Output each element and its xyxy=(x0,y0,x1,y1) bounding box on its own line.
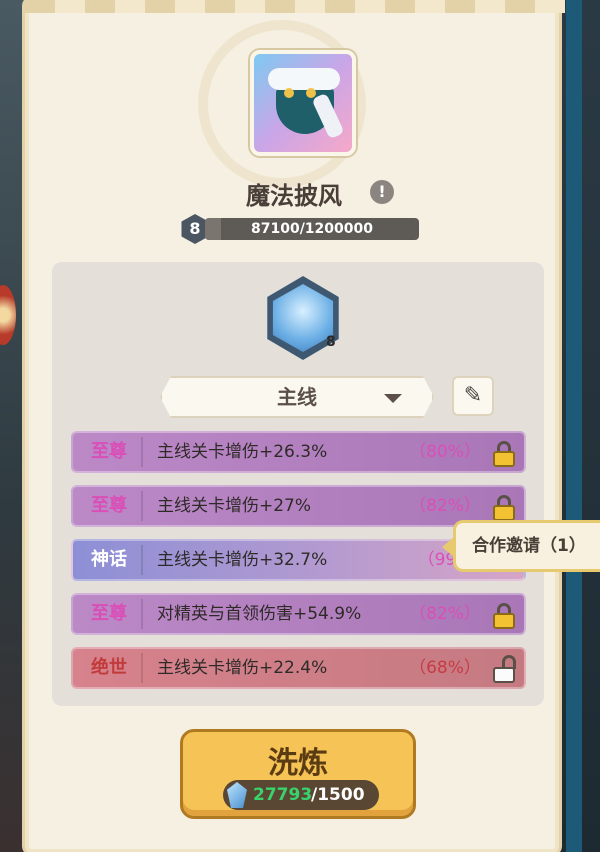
attribute-tier: 至尊 xyxy=(77,599,143,629)
gem-icon xyxy=(227,782,247,808)
attribute-row[interactable]: 至尊 对精英与首领伤害+54.9% （82%） xyxy=(71,593,526,635)
xp-text: 87100/1200000 xyxy=(250,221,373,237)
edit-icon[interactable]: ✎ xyxy=(452,376,494,416)
cape-fur xyxy=(268,68,340,90)
attribute-tier: 神话 xyxy=(77,545,143,575)
attribute-text: 主线关卡增伤+32.7% xyxy=(157,550,328,570)
currency-owned: 27793 xyxy=(253,785,313,805)
attribute-percent: （68%） xyxy=(409,658,481,678)
coop-invite-label: 合作邀请（1） xyxy=(472,536,586,556)
attribute-percent: （82%） xyxy=(409,604,481,624)
lock-icon[interactable] xyxy=(491,603,517,629)
attribute-tier: 绝世 xyxy=(77,653,143,683)
attribute-text: 对精英与首领伤害+54.9% xyxy=(157,604,362,624)
attribute-percent: （80%） xyxy=(409,442,481,462)
crystal-level: 8 xyxy=(326,334,336,350)
refine-button[interactable]: 洗炼 27793 /1500 xyxy=(180,729,416,819)
refine-cost: 27793 /1500 xyxy=(223,780,379,810)
attribute-tier: 至尊 xyxy=(77,491,143,521)
cape-clasp xyxy=(306,88,316,98)
coop-invite-tab[interactable]: 合作邀请（1） xyxy=(442,520,600,572)
attribute-text: 主线关卡增伤+22.4% xyxy=(157,658,328,678)
item-name: 魔法披风 xyxy=(246,182,342,210)
unlock-icon[interactable] xyxy=(491,655,517,683)
panel-top-border xyxy=(25,0,565,13)
cape-clasp xyxy=(284,88,294,98)
currency-cost: /1500 xyxy=(311,785,365,805)
lock-icon[interactable] xyxy=(491,495,517,521)
attribute-tier: 至尊 xyxy=(77,437,143,467)
attribute-row[interactable]: 至尊 主线关卡增伤+26.3% （80%） xyxy=(71,431,526,473)
attribute-row[interactable]: 绝世 主线关卡增伤+22.4% （68%） xyxy=(71,647,526,689)
cape-icon[interactable] xyxy=(250,50,356,156)
refine-button-label: 洗炼 xyxy=(268,746,328,781)
lock-icon[interactable] xyxy=(491,441,517,467)
attribute-text: 主线关卡增伤+27% xyxy=(157,496,312,516)
chevron-down-icon xyxy=(384,394,402,403)
category-dropdown[interactable]: 主线 xyxy=(160,376,434,418)
info-icon[interactable]: ! xyxy=(370,180,394,204)
item-xp-bar: 87100/1200000 xyxy=(205,218,419,240)
attribute-text: 主线关卡增伤+26.3% xyxy=(157,442,328,462)
background-right xyxy=(558,0,600,852)
